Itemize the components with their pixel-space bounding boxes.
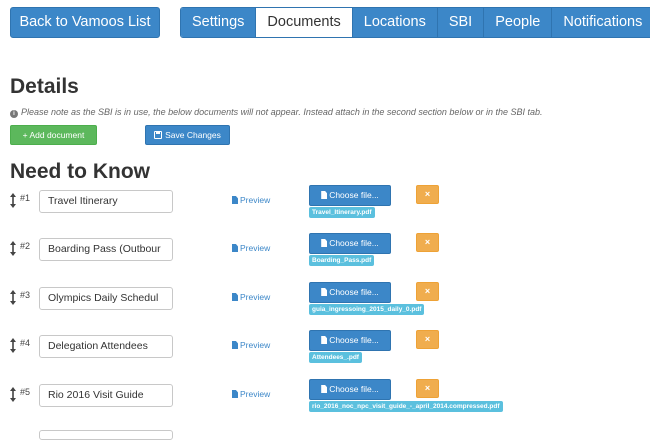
document-name-input[interactable]: Olympics Daily Schedul <box>39 287 173 310</box>
attached-file-label: guia_ingressoing_2015_daily_0.pdf <box>309 304 425 315</box>
preview-label: Preview <box>240 195 271 205</box>
delete-document-button[interactable]: × <box>416 233 439 252</box>
preview-link[interactable]: Preview <box>232 243 270 253</box>
tab-bar: Settings Documents Locations SBI People … <box>180 7 650 38</box>
save-changes-button[interactable]: Save Changes <box>145 125 230 145</box>
document-row: #5 Rio 2016 Visit Guide Preview Choose file… <box>0 379 650 428</box>
attached-file-label: rio_2016_noc_npc_visit_guide_-_april_201… <box>309 401 503 412</box>
file-icon <box>321 385 328 393</box>
preview-link[interactable]: Preview <box>232 389 270 399</box>
drag-handle-icon[interactable] <box>9 240 17 257</box>
tab-sbi[interactable]: SBI <box>437 8 485 37</box>
choose-file-button[interactable]: Choose file... <box>309 282 391 303</box>
preview-link[interactable]: Preview <box>232 195 270 205</box>
document-number: #2 <box>20 241 31 251</box>
document-number: #1 <box>20 193 31 203</box>
close-icon: × <box>424 383 431 393</box>
choose-file-label: Choose file... <box>329 238 379 248</box>
save-changes-label: Save Changes <box>165 130 221 140</box>
document-name-input[interactable]: Delegation Attendees <box>39 335 173 358</box>
choose-file-button[interactable]: Choose file... <box>309 379 391 400</box>
drag-handle-icon[interactable] <box>9 289 17 306</box>
file-icon <box>321 191 328 199</box>
attached-file-label: Boarding_Pass.pdf <box>309 255 375 266</box>
drag-handle-icon[interactable] <box>9 192 17 209</box>
preview-label: Preview <box>240 292 271 302</box>
sbi-note-text: Please note as the SBI is in use, the be… <box>21 107 543 117</box>
preview-label: Preview <box>240 389 271 399</box>
sbi-note: i Please note as the SBI is in use, the b… <box>10 107 542 118</box>
choose-file-button[interactable]: Choose file... <box>309 330 391 351</box>
close-icon: × <box>424 286 431 296</box>
file-icon <box>232 341 238 349</box>
preview-link[interactable]: Preview <box>232 292 270 302</box>
tab-documents[interactable]: Documents <box>256 8 353 37</box>
info-icon: i <box>10 110 18 118</box>
drag-handle-icon[interactable] <box>9 386 17 403</box>
tab-settings[interactable]: Settings <box>181 8 257 37</box>
document-number: #4 <box>20 338 31 348</box>
document-row: #1 Travel Itinerary Preview Choose file... T… <box>0 185 650 234</box>
add-document-button[interactable]: + Add document <box>10 125 97 145</box>
delete-document-button[interactable]: × <box>416 330 439 349</box>
preview-link[interactable]: Preview <box>232 340 270 350</box>
file-icon <box>321 239 328 247</box>
floppy-disk-icon <box>154 131 163 139</box>
choose-file-label: Choose file... <box>329 335 379 345</box>
file-icon <box>232 196 238 204</box>
file-icon <box>321 336 328 344</box>
tab-people[interactable]: People <box>484 8 553 37</box>
details-heading: Details <box>10 75 79 98</box>
tab-locations[interactable]: Locations <box>352 8 438 37</box>
file-icon <box>321 288 328 296</box>
close-icon: × <box>424 189 431 199</box>
document-number: #3 <box>20 290 31 300</box>
file-icon <box>232 390 238 398</box>
choose-file-label: Choose file... <box>329 190 379 200</box>
choose-file-label: Choose file... <box>329 384 379 394</box>
close-icon: × <box>424 237 431 247</box>
document-name-input[interactable]: Travel Itinerary <box>39 190 173 213</box>
tab-notifications[interactable]: Notifications <box>552 8 650 37</box>
choose-file-button[interactable]: Choose file... <box>309 185 391 206</box>
document-name-input[interactable]: Rio 2016 Visit Guide <box>39 384 173 407</box>
file-icon <box>232 293 238 301</box>
attached-file-label: Travel_Itinerary.pdf <box>309 207 375 218</box>
choose-file-label: Choose file... <box>329 287 379 297</box>
document-row: #2 Boarding Pass (Outbour Preview Choose fi… <box>0 233 650 282</box>
file-icon <box>232 244 238 252</box>
choose-file-button[interactable]: Choose file... <box>309 233 391 254</box>
preview-label: Preview <box>240 340 271 350</box>
preview-label: Preview <box>240 243 271 253</box>
document-name-input[interactable]: Boarding Pass (Outbour <box>39 238 173 261</box>
attached-file-label: Attendees_.pdf <box>309 352 362 363</box>
delete-document-button[interactable]: × <box>416 379 439 398</box>
delete-document-button[interactable]: × <box>416 282 439 301</box>
document-row: #4 Delegation Attendees Preview Choose file… <box>0 330 650 379</box>
document-name-input-partial[interactable] <box>39 430 173 440</box>
drag-handle-icon[interactable] <box>9 337 17 354</box>
back-to-list-button[interactable]: Back to Vamoos List <box>10 7 160 38</box>
need-to-know-heading: Need to Know <box>10 160 150 183</box>
close-icon: × <box>424 334 431 344</box>
document-number: #5 <box>20 387 31 397</box>
document-row: #3 Olympics Daily Schedul Preview Choose fi… <box>0 282 650 331</box>
delete-document-button[interactable]: × <box>416 185 439 204</box>
